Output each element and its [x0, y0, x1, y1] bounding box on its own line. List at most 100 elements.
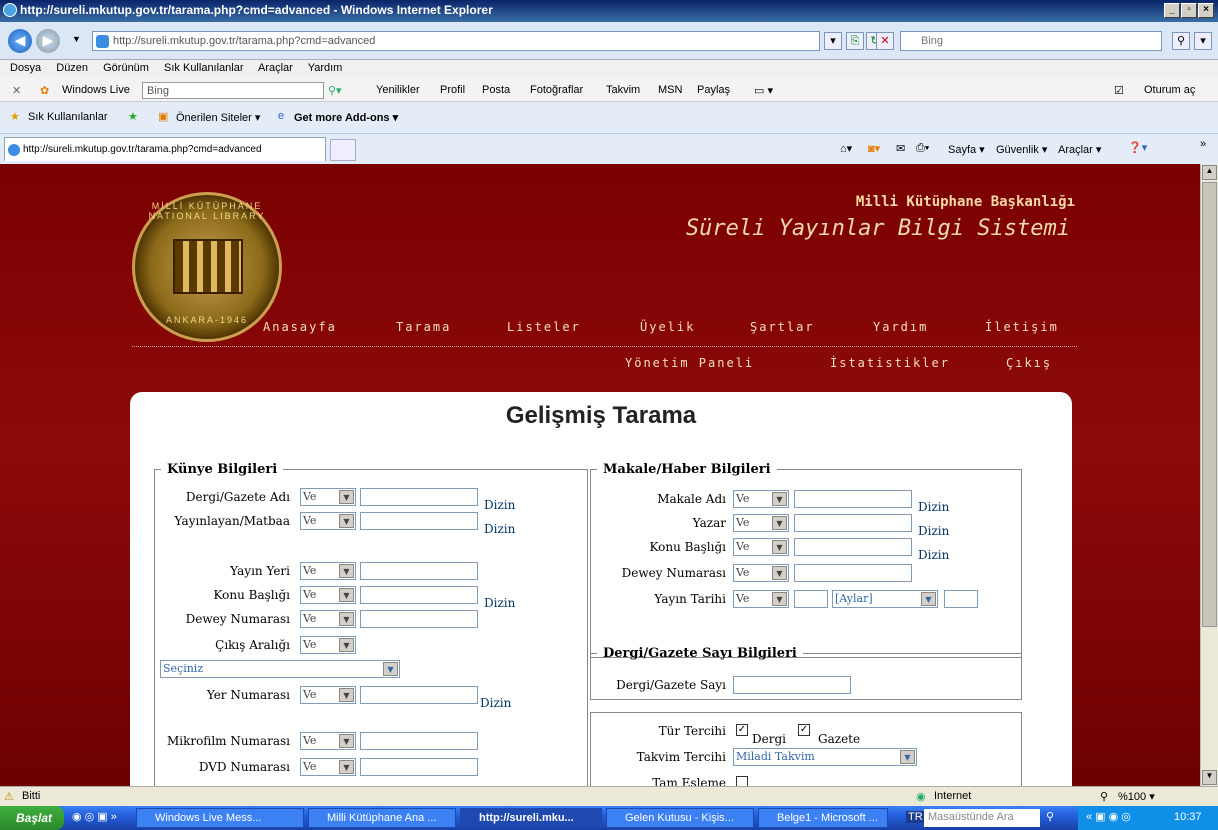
live-link-msn[interactable]: MSN [658, 84, 682, 96]
task-milli-kutuphane[interactable]: Milli Kütüphane Ana ... [308, 808, 456, 828]
live-link-takvim[interactable]: Takvim [606, 84, 640, 96]
tab-current[interactable]: http://sureli.mkutup.gov.tr/tarama.php?c… [4, 137, 326, 161]
search-input[interactable]: Bing [900, 31, 1162, 51]
op-makale-adi[interactable]: Ve ▼ [733, 490, 789, 508]
forward-button[interactable]: ▶ [36, 29, 60, 53]
input-makale-dewey[interactable] [794, 564, 912, 582]
live-brand[interactable]: Windows Live [62, 84, 130, 96]
op-konu[interactable]: Ve ▼ [300, 586, 356, 604]
input-dewey[interactable] [360, 610, 478, 628]
select-cikis-araligi[interactable]: Seçiniz ▼ [160, 660, 400, 678]
checkbox-gazete[interactable]: ✓ [798, 724, 810, 736]
dropdown-icon[interactable]: ▾ [824, 32, 842, 50]
input-gun[interactable] [794, 590, 828, 608]
dizin-konu[interactable]: Dizin [484, 596, 515, 610]
op-cikis[interactable]: Ve ▼ [300, 636, 356, 654]
dizin-yayinlayan[interactable]: Dizin [484, 522, 515, 536]
search-icon[interactable]: ⚲ [1046, 810, 1054, 823]
live-link-posta[interactable]: Posta [482, 84, 510, 96]
op-dvd[interactable]: Ve ▼ [300, 758, 356, 776]
desktop-search-input[interactable]: Masaüstünde Ara [924, 809, 1040, 827]
live-link-paylas[interactable]: Paylaş [697, 84, 730, 96]
task-sureli-active[interactable]: http://sureli.mku... [460, 808, 602, 828]
quicklaunch-icons[interactable]: ◉ ◎ ▣ » [72, 810, 117, 823]
search-options-icon[interactable]: ▾ [1194, 32, 1212, 50]
live-link-yenilikler[interactable]: Yenilikler [376, 84, 420, 96]
feeds-icon[interactable]: ◙▾ [868, 142, 880, 155]
back-button[interactable]: ◀ [8, 29, 32, 53]
dizin-yer[interactable]: Dizin [480, 696, 511, 710]
menu-favorites[interactable]: Sık Kullanılanlar [164, 62, 244, 74]
zoom-level[interactable]: %100 ▾ [1118, 790, 1155, 803]
input-makale-adi[interactable] [794, 490, 912, 508]
dizin-dergi-adi[interactable]: Dizin [484, 498, 515, 512]
input-yazar[interactable] [794, 514, 912, 532]
help-icon[interactable]: ❓▾ [1128, 141, 1147, 154]
print-icon[interactable]: ⎙▾ [916, 142, 929, 155]
nav-iletisim[interactable]: İletişim [985, 320, 1059, 334]
get-addons[interactable]: Get more Add-ons ▾ [294, 111, 398, 124]
tray-icons[interactable]: « ▣ ◉ ◎ [1086, 810, 1131, 823]
input-yer[interactable] [360, 686, 478, 704]
task-live-messenger[interactable]: Windows Live Mess... [136, 808, 304, 828]
op-yazar[interactable]: Ve ▼ [733, 514, 789, 532]
input-makale-konu[interactable] [794, 538, 912, 556]
op-dergi-adi[interactable]: Ve ▼ [300, 488, 356, 506]
menu-dosya[interactable]: Dosya [10, 62, 41, 74]
scroll-down-icon[interactable]: ▼ [1202, 770, 1217, 785]
input-dergi-adi[interactable] [360, 488, 478, 506]
op-mikrofilm[interactable]: Ve ▼ [300, 732, 356, 750]
checkbox-dergi[interactable]: ✓ [736, 724, 748, 736]
recent-pages-icon[interactable]: ▼ [72, 34, 81, 44]
add-favorite-icon[interactable]: ★ [128, 110, 138, 123]
op-yayin-yeri[interactable]: Ve ▼ [300, 562, 356, 580]
live-search-input[interactable]: Bing [142, 82, 324, 99]
nav-anasayfa[interactable]: Anasayfa [263, 320, 337, 334]
checkbox-tam[interactable] [736, 776, 748, 786]
dizin-makale-adi[interactable]: Dizin [918, 500, 949, 514]
home-icon[interactable]: ⌂▾ [840, 142, 852, 155]
vertical-scrollbar[interactable]: ▲ ▼ [1200, 164, 1218, 786]
mail-icon[interactable]: ✉ [896, 142, 905, 155]
task-outlook[interactable]: Gelen Kutusu - Kişis... [606, 808, 754, 828]
nav-tarama[interactable]: Tarama [396, 320, 451, 334]
op-makale-dewey[interactable]: Ve ▼ [733, 564, 789, 582]
live-search-icon[interactable]: ⚲▾ [328, 84, 342, 97]
close-toolbar-icon[interactable]: ✕ [12, 84, 21, 97]
input-sayi[interactable] [733, 676, 851, 694]
live-more-icon[interactable]: ▭ ▾ [754, 84, 773, 97]
nav-listeler[interactable]: Listeler [507, 320, 581, 334]
nav-yonetim[interactable]: Yönetim Paneli [625, 356, 754, 370]
menu-araclar[interactable]: Araçlar [258, 62, 293, 74]
live-link-profil[interactable]: Profil [440, 84, 465, 96]
task-word[interactable]: Belge1 - Microsoft ... [758, 808, 888, 828]
stop-icon[interactable]: ✕ [876, 32, 894, 50]
menu-duzen[interactable]: Düzen [56, 62, 88, 74]
minimize-button[interactable]: _ [1164, 3, 1180, 18]
start-button[interactable]: Başlat [0, 806, 64, 830]
zoom-icon[interactable]: ⚲ [1100, 790, 1108, 803]
nav-cikis[interactable]: Çıkış [1006, 356, 1052, 370]
input-dvd[interactable] [360, 758, 478, 776]
close-button[interactable]: × [1198, 3, 1214, 18]
op-yayinlayan[interactable]: Ve ▼ [300, 512, 356, 530]
language-indicator[interactable]: TR [906, 811, 925, 823]
dizin-yazar[interactable]: Dizin [918, 524, 949, 538]
safety-menu[interactable]: Güvenlik ▾ [996, 143, 1047, 156]
compat-icon[interactable]: ⎘ [846, 32, 864, 50]
input-konu[interactable] [360, 586, 478, 604]
menu-yardim[interactable]: Yardım [308, 62, 343, 74]
select-aylar[interactable]: [Aylar] ▼ [832, 590, 938, 608]
input-yil[interactable] [944, 590, 978, 608]
select-takvim[interactable]: Miladi Takvim ▼ [733, 748, 917, 766]
nav-sartlar[interactable]: Şartlar [750, 320, 815, 334]
menu-gorunum[interactable]: Görünüm [103, 62, 149, 74]
nav-yardim[interactable]: Yardım [873, 320, 928, 334]
scroll-thumb[interactable] [1202, 182, 1217, 627]
signin-link[interactable]: Oturum aç [1144, 84, 1195, 96]
input-mikrofilm[interactable] [360, 732, 478, 750]
nav-uyelik[interactable]: Üyelik [640, 320, 695, 334]
suggested-sites[interactable]: Önerilen Siteler ▾ [176, 111, 260, 124]
address-input[interactable]: http://sureli.mkutup.gov.tr/tarama.php?c… [92, 31, 820, 51]
page-menu[interactable]: Sayfa ▾ [948, 143, 985, 156]
